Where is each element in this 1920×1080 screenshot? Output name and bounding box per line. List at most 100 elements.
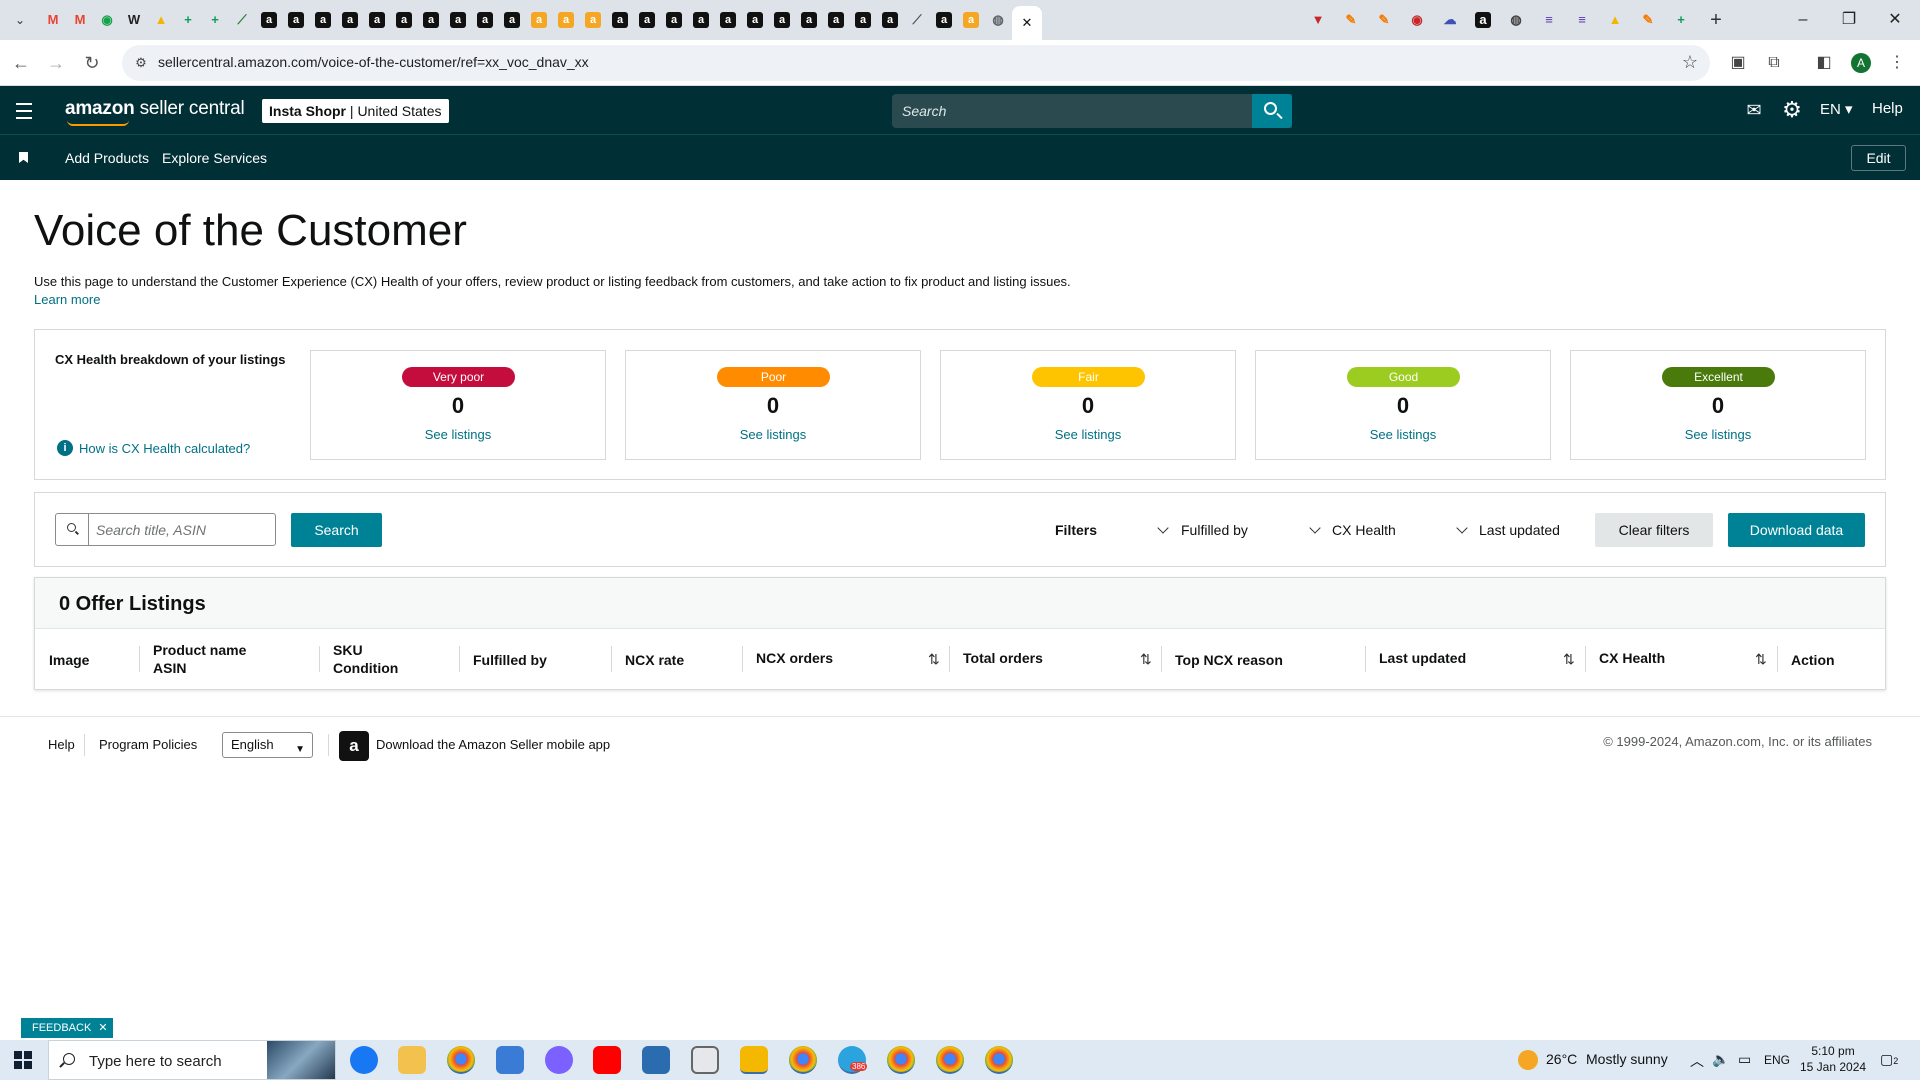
feedback-tab[interactable]: FEEDBACK ✕: [21, 1018, 113, 1038]
profile-avatar[interactable]: A: [1851, 53, 1871, 73]
browser-tab[interactable]: a: [445, 8, 471, 32]
column-product-name[interactable]: Product name ASIN: [153, 641, 246, 677]
browser-tab[interactable]: ◍: [1503, 8, 1529, 32]
sort-arrows-icon[interactable]: ⇅: [1563, 651, 1575, 668]
forward-icon[interactable]: →: [44, 51, 68, 75]
browser-tab[interactable]: ⟋: [229, 8, 255, 32]
column-last-updated[interactable]: Last updated: [1379, 649, 1466, 667]
browser-tab[interactable]: a: [526, 8, 552, 32]
browser-tab[interactable]: ☁: [1437, 8, 1463, 32]
input-language[interactable]: ENG: [1764, 1053, 1790, 1067]
close-window-icon[interactable]: ✕: [1872, 0, 1918, 40]
close-tab-icon[interactable]: ✕: [1022, 15, 1033, 31]
sort-arrows-icon[interactable]: ⇅: [1755, 651, 1767, 668]
browser-tab[interactable]: +: [175, 8, 201, 32]
global-search-button[interactable]: [1252, 94, 1292, 128]
browser-tab[interactable]: W: [121, 8, 147, 32]
column-ncx-orders[interactable]: NCX orders: [756, 649, 833, 667]
back-icon[interactable]: ←: [9, 51, 33, 75]
see-listings-link[interactable]: See listings: [1571, 427, 1865, 442]
reload-icon[interactable]: ↻: [80, 51, 104, 75]
browser-tab[interactable]: ◉: [94, 8, 120, 32]
browser-tab[interactable]: a: [688, 8, 714, 32]
column-cx-health[interactable]: CX Health: [1599, 649, 1665, 667]
chrome-profile-icon[interactable]: [887, 1046, 915, 1074]
browser-tab[interactable]: a: [607, 8, 633, 32]
column-fulfilled-by[interactable]: Fulfilled by: [473, 651, 547, 669]
chrome-profile-icon[interactable]: [985, 1046, 1013, 1074]
windows-start-icon[interactable]: [14, 1051, 32, 1069]
network-icon[interactable]: ▭: [1738, 1051, 1751, 1068]
youtube-icon[interactable]: [593, 1046, 621, 1074]
weather-sun-icon[interactable]: [1518, 1050, 1538, 1070]
extensions-puzzle-icon[interactable]: ⧉: [1762, 51, 1786, 75]
chrome-icon[interactable]: [447, 1046, 475, 1074]
show-hidden-icons-chevron-icon[interactable]: ︿: [1690, 1051, 1704, 1071]
chevron-down-icon[interactable]: [1456, 522, 1468, 534]
browser-tab[interactable]: a: [769, 8, 795, 32]
url-text[interactable]: sellercentral.amazon.com/voice-of-the-cu…: [158, 54, 589, 70]
browser-tab[interactable]: a: [877, 8, 903, 32]
browser-tab[interactable]: a: [823, 8, 849, 32]
chrome-profile-icon[interactable]: [789, 1046, 817, 1074]
gear-icon[interactable]: ⚙: [1778, 96, 1806, 124]
browser-tab[interactable]: ✎: [1338, 8, 1364, 32]
sort-arrows-icon[interactable]: ⇅: [928, 651, 940, 668]
download-app-link[interactable]: Download the Amazon Seller mobile app: [376, 737, 610, 752]
browser-tab[interactable]: ▲: [148, 8, 174, 32]
help-link[interactable]: Help: [1872, 100, 1903, 117]
fulfilled-by-filter[interactable]: Fulfilled by: [1181, 522, 1248, 538]
restore-icon[interactable]: ❐: [1826, 0, 1872, 40]
browser-tab[interactable]: ✎: [1635, 8, 1661, 32]
browser-tab[interactable]: ◍: [985, 8, 1011, 32]
tab-search-chevron-icon[interactable]: ⌄: [8, 8, 32, 32]
browser-tab[interactable]: a: [796, 8, 822, 32]
listing-search-input[interactable]: [94, 514, 272, 545]
minimize-icon[interactable]: –: [1780, 0, 1826, 40]
sticky-notes-icon[interactable]: [740, 1046, 768, 1074]
browser-tab[interactable]: a: [391, 8, 417, 32]
global-search-input[interactable]: [892, 94, 1292, 128]
seller-central-logo[interactable]: amazon seller central: [65, 98, 245, 126]
browser-tab[interactable]: a: [850, 8, 876, 32]
weather-desc[interactable]: Mostly sunny: [1586, 1051, 1668, 1067]
telegram-icon[interactable]: 386: [838, 1046, 868, 1074]
browser-tab[interactable]: ◉: [1404, 8, 1430, 32]
browser-tab[interactable]: +: [202, 8, 228, 32]
chrome-profile-icon[interactable]: [936, 1046, 964, 1074]
browser-tab[interactable]: a: [580, 8, 606, 32]
weather-temp[interactable]: 26°C: [1546, 1051, 1577, 1067]
clear-filters-button[interactable]: Clear filters: [1595, 513, 1713, 547]
browser-tab[interactable]: a: [931, 8, 957, 32]
see-listings-link[interactable]: See listings: [1256, 427, 1550, 442]
taskbar-clock[interactable]: 5:10 pm 15 Jan 2024: [1800, 1043, 1866, 1075]
browser-tab[interactable]: M: [40, 8, 66, 32]
download-data-button[interactable]: Download data: [1728, 513, 1865, 547]
browser-tab[interactable]: a: [634, 8, 660, 32]
browser-tab[interactable]: a: [256, 8, 282, 32]
column-sku[interactable]: SKU Condition: [333, 641, 398, 677]
browser-tab[interactable]: ⟋: [904, 8, 930, 32]
browser-tab[interactable]: a: [472, 8, 498, 32]
learn-more-link[interactable]: Learn more: [34, 292, 100, 307]
browser-tab[interactable]: a: [715, 8, 741, 32]
address-bar[interactable]: ⚙ sellercentral.amazon.com/voice-of-the-…: [122, 45, 1710, 81]
search-button[interactable]: Search: [291, 513, 382, 547]
browser-tab[interactable]: a: [958, 8, 984, 32]
browser-tab[interactable]: a: [499, 8, 525, 32]
last-updated-filter[interactable]: Last updated: [1479, 522, 1560, 538]
browser-tab[interactable]: +: [1668, 8, 1694, 32]
browser-tab[interactable]: ≡: [1536, 8, 1562, 32]
browser-tab[interactable]: ▲: [1602, 8, 1628, 32]
browser-tab[interactable]: a: [1470, 8, 1496, 32]
see-listings-link[interactable]: See listings: [311, 427, 605, 442]
bookmark-star-icon[interactable]: ☆: [1682, 52, 1698, 73]
file-explorer-icon[interactable]: [398, 1046, 426, 1074]
browser-tab[interactable]: ≡: [1569, 8, 1595, 32]
edit-nav-button[interactable]: Edit: [1851, 145, 1906, 171]
chevron-down-icon[interactable]: [1157, 522, 1169, 534]
chrome-menu-icon[interactable]: ⋮: [1885, 51, 1909, 75]
taskbar-search[interactable]: Type here to search: [48, 1040, 336, 1080]
browser-tab[interactable]: a: [337, 8, 363, 32]
calculator-icon[interactable]: [496, 1046, 524, 1074]
